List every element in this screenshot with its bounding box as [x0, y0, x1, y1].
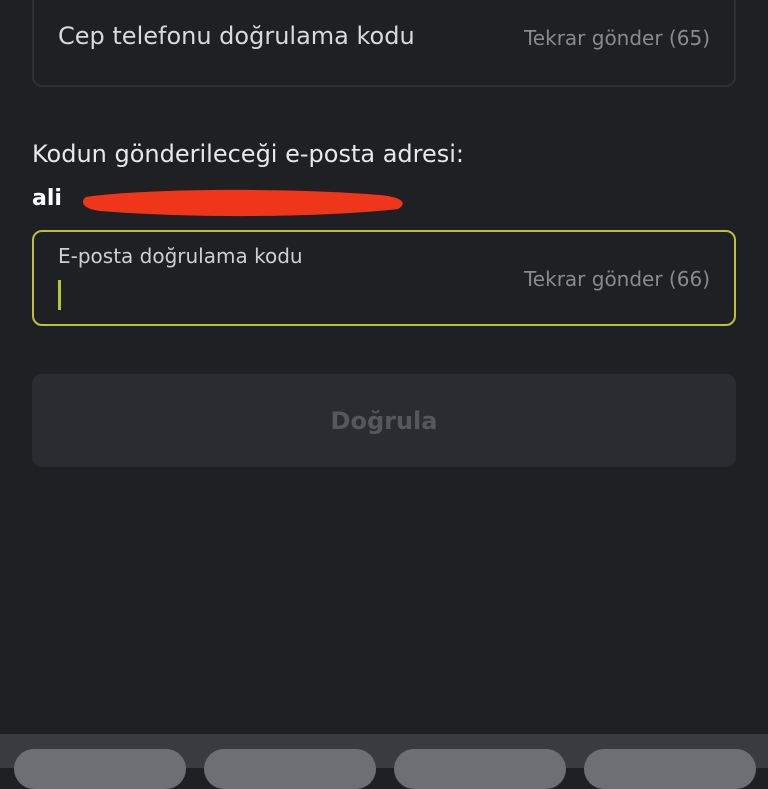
keyboard-key[interactable]: [394, 749, 566, 789]
redaction-mark: [82, 189, 403, 217]
phone-code-field[interactable]: Cep telefonu doğrulama kodu Tekrar gönde…: [32, 0, 736, 87]
phone-code-label: Cep telefonu doğrulama kodu: [58, 22, 415, 50]
email-destination-label: Kodun gönderileceği e-posta adresi:: [32, 140, 464, 168]
keyboard-key[interactable]: [14, 749, 186, 789]
email-resend-link[interactable]: Tekrar gönder (66): [524, 267, 710, 291]
verify-button[interactable]: Doğrula: [32, 374, 736, 467]
keyboard-bar: [0, 734, 768, 789]
keyboard-key[interactable]: [204, 749, 376, 789]
email-code-placeholder: E-posta doğrulama kodu: [58, 244, 303, 268]
email-address-value: ali: [32, 186, 62, 211]
keyboard-key[interactable]: [584, 749, 756, 789]
text-caret: [58, 280, 61, 310]
email-code-input[interactable]: E-posta doğrulama kodu Tekrar gönder (66…: [32, 230, 736, 326]
phone-resend-link[interactable]: Tekrar gönder (65): [524, 26, 710, 50]
